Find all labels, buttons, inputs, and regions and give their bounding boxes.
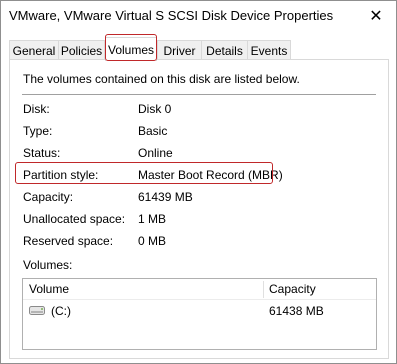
tab-label: Policies [60,43,103,58]
tab-label: General [12,43,56,58]
header-divider [23,299,376,300]
capacity-label: Capacity: [23,190,74,204]
status-label: Status: [23,146,61,160]
partition-style-value: Master Boot Record (MBR) [138,168,283,182]
tab-label: Volumes [107,42,155,57]
type-label: Type: [23,124,53,138]
tab-label: Events [250,43,288,58]
tab-driver[interactable]: Driver [157,40,202,60]
capacity-value: 61439 MB [138,190,193,204]
tab-details[interactable]: Details [201,40,248,60]
column-header-volume[interactable]: Volume [29,279,69,299]
close-button[interactable]: ✕ [356,1,396,31]
partition-style-label: Partition style: [23,168,99,182]
tab-label: Driver [163,43,196,58]
volumes-list[interactable]: Volume Capacity (C:) 61438 MB [22,278,377,350]
tab-label: Details [206,43,243,58]
reserved-space-label: Reserved space: [23,234,114,248]
unallocated-space-value: 1 MB [138,212,167,226]
status-value: Online [138,146,173,160]
close-icon: ✕ [369,8,383,25]
window-title: VMware, VMware Virtual S SCSI Disk Devic… [9,8,334,23]
tab-volumes[interactable]: Volumes [105,37,157,61]
intro-text: The volumes contained on this disk are l… [23,72,300,86]
disk-label: Disk: [23,102,50,116]
disk-value: Disk 0 [138,102,172,116]
volume-capacity: 61438 MB [269,304,324,318]
column-divider[interactable] [263,281,264,298]
type-value: Basic [138,124,168,138]
volumes-label: Volumes: [23,258,73,272]
reserved-space-value: 0 MB [138,234,167,248]
unallocated-space-label: Unallocated space: [23,212,126,226]
column-header-capacity[interactable]: Capacity [269,279,316,299]
list-item[interactable]: (C:) 61438 MB [23,302,376,320]
tab-policies[interactable]: Policies [58,40,105,60]
drive-icon [29,306,45,315]
volume-name: (C:) [51,304,71,318]
properties-window: VMware, VMware Virtual S SCSI Disk Devic… [0,0,397,364]
volumes-panel: The volumes contained on this disk are l… [9,59,389,359]
divider [22,94,376,95]
tab-strip: General Policies Volumes Driver Details … [9,37,389,61]
tab-events[interactable]: Events [247,40,291,60]
title-bar: VMware, VMware Virtual S SCSI Disk Devic… [1,1,396,31]
tab-general[interactable]: General [9,40,59,60]
